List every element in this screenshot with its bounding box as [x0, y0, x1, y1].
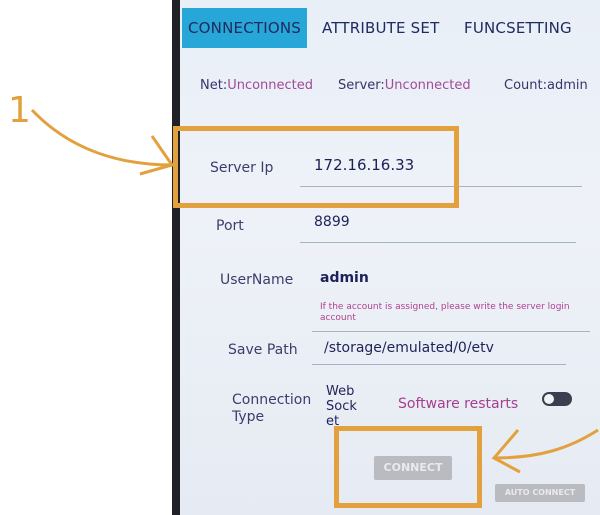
arrow-head-connect [491, 429, 521, 474]
arrow-to-server-ip [30, 108, 173, 167]
arrow-to-connect [493, 428, 599, 460]
annotation-arrows [30, 108, 599, 474]
arrow-head-server-ip [139, 135, 175, 176]
